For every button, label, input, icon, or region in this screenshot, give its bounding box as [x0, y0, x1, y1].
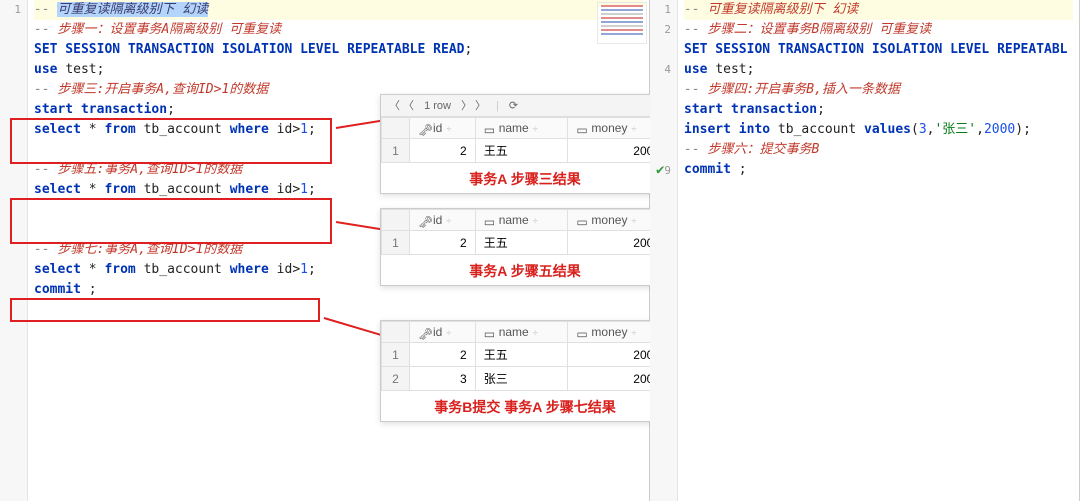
column-header-name[interactable]: ▭name÷ [475, 210, 568, 231]
left-editor-pane: 1 ✔ -- 可重复读隔离级别下 幻读-- 步骤一：设置事务A隔离级别 可重复读… [0, 0, 650, 501]
code-line[interactable]: -- 步骤六：提交事务B [684, 140, 1073, 160]
nav-next-icon[interactable]: 〉 〉 [461, 95, 486, 117]
gutter-line-number [650, 140, 671, 160]
result-panel-step5: 🗝id÷ ▭name÷ ▭money÷ 1 2 王五 2000 事务A 步骤五结… [380, 208, 670, 286]
gutter-line-number: ✔9 [650, 160, 671, 180]
refresh-icon[interactable]: ⟳ [509, 95, 518, 117]
code-line[interactable]: insert into tb_account values(3,'张三',200… [684, 120, 1073, 140]
minimap[interactable] [597, 2, 647, 44]
right-gutter: 12 4 ✔9 [650, 0, 678, 501]
code-line[interactable]: commit ; [684, 160, 1073, 180]
nav-prev-icon[interactable]: 〈 〈 [389, 95, 414, 117]
result-toolbar[interactable]: 〈 〈 1 row 〉 〉 | ⟳ [381, 95, 669, 117]
result-table[interactable]: 🗝id÷ ▭name÷ ▭money÷ 1 2 王五 2000 [381, 117, 669, 163]
result-table[interactable]: 🗝id÷ ▭name÷ ▭money÷ 1 2 王五 2000 [381, 209, 669, 255]
code-line[interactable]: start transaction; [684, 100, 1073, 120]
right-editor-pane: 12 4 ✔9 -- 可重复读隔离级别下 幻读-- 步骤二：设置事务B隔离级别 可重… [650, 0, 1080, 501]
result-table[interactable]: 🗝id÷ ▭name÷ ▭money÷ 1 2 王五 2000 2 3 张三 2… [381, 321, 669, 391]
column-header-name[interactable]: ▭name÷ [475, 118, 568, 139]
code-line[interactable]: use test; [684, 60, 1073, 80]
code-line[interactable]: -- 步骤二：设置事务B隔离级别 可重复读 [684, 20, 1073, 40]
gutter-line-number: 2 [650, 20, 671, 40]
gutter-line-number [650, 100, 671, 120]
left-gutter: 1 ✔ [0, 0, 28, 501]
code-line[interactable]: -- 步骤一：设置事务A隔离级别 可重复读 [34, 20, 643, 40]
gutter-line-number [650, 40, 671, 60]
code-line[interactable]: -- 可重复读隔离级别下 幻读 [684, 0, 1073, 20]
column-header-id[interactable]: 🗝id÷ [410, 118, 476, 139]
column-header-id[interactable]: 🗝id÷ [410, 210, 476, 231]
table-row[interactable]: 1 2 王五 2000 [382, 139, 669, 163]
gutter-line-number [650, 120, 671, 140]
code-line[interactable]: SET SESSION TRANSACTION ISOLATION LEVEL … [34, 40, 643, 60]
code-line[interactable]: use test; [34, 60, 643, 80]
gutter-line-number: 1 [0, 0, 21, 20]
check-icon: ✔ [656, 162, 664, 178]
right-code-area[interactable]: -- 可重复读隔离级别下 幻读-- 步骤二：设置事务B隔离级别 可重复读SET … [678, 0, 1079, 180]
table-row[interactable]: 1 2 王五 2000 [382, 231, 669, 255]
table-row[interactable]: 1 2 王五 2000 [382, 343, 669, 367]
table-row[interactable]: 2 3 张三 2000 [382, 367, 669, 391]
result-caption: 事务B提交 事务A 步骤七结果 [381, 391, 669, 421]
result-panel-step7: 🗝id÷ ▭name÷ ▭money÷ 1 2 王五 2000 2 3 张三 2… [380, 320, 670, 422]
result-caption: 事务A 步骤五结果 [381, 255, 669, 285]
column-header-name[interactable]: ▭name÷ [475, 322, 568, 343]
gutter-line-number [650, 80, 671, 100]
row-count-label: 1 row [424, 95, 451, 117]
code-line[interactable]: -- 步骤四:开启事务B,插入一条数据 [684, 80, 1073, 100]
column-header-id[interactable]: 🗝id÷ [410, 322, 476, 343]
code-line[interactable]: SET SESSION TRANSACTION ISOLATION LEVEL … [684, 40, 1073, 60]
gutter-line-number: 1 [650, 0, 671, 20]
code-line[interactable]: -- 可重复读隔离级别下 幻读 [34, 0, 643, 20]
result-panel-step3: 〈 〈 1 row 〉 〉 | ⟳ 🗝id÷ ▭name÷ ▭money÷ 1 … [380, 94, 670, 194]
gutter-line-number: 4 [650, 60, 671, 80]
annotation-box-step7 [10, 298, 320, 322]
result-caption: 事务A 步骤三结果 [381, 163, 669, 193]
